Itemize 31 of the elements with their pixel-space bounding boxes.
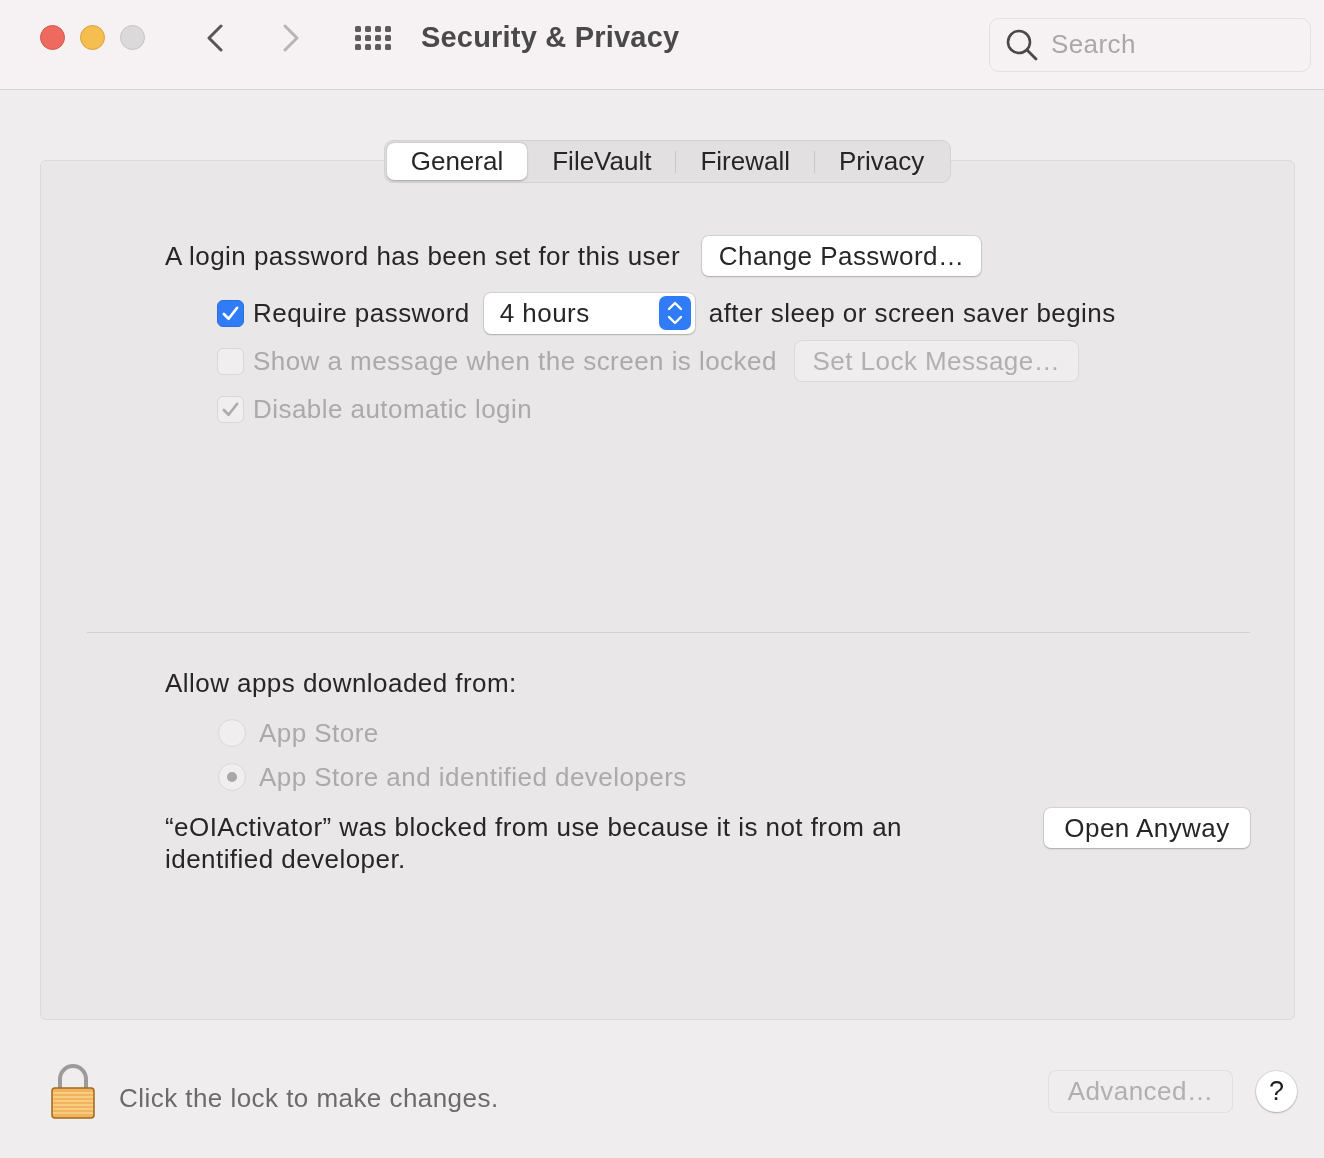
lock-hint-text: Click the lock to make changes. <box>119 1081 499 1114</box>
option-suffix-text: after sleep or screen saver begins <box>708 297 1116 329</box>
minimize-icon[interactable] <box>80 25 105 50</box>
option-label: Show a message when the screen is locked <box>253 345 777 377</box>
radio-label: App Store and identified developers <box>259 761 687 793</box>
search-icon <box>1006 28 1038 61</box>
help-button[interactable]: ? <box>1256 1070 1297 1112</box>
close-icon[interactable] <box>40 25 65 50</box>
login-status-text: A login password has been set for this user <box>165 240 681 272</box>
lock-icon[interactable] <box>50 1063 96 1119</box>
tab[interactable]: Firewall <box>676 143 815 180</box>
interval-select[interactable]: 4 hours <box>483 292 695 334</box>
window-title: Security & Privacy <box>421 21 680 54</box>
checkmark-icon <box>221 399 240 419</box>
stepper-icon <box>658 296 691 330</box>
option-label: Disable automatic login <box>253 393 533 425</box>
tab[interactable]: FileVault <box>528 143 676 180</box>
tab[interactable]: General <box>386 143 528 180</box>
radio-dot-icon <box>227 772 237 782</box>
radio-label: App Store <box>259 717 379 749</box>
change-password-button[interactable]: Change Password… <box>702 236 982 276</box>
checkmark-icon <box>221 303 240 323</box>
back-chevron-icon[interactable] <box>206 23 224 52</box>
open-anyway-button[interactable]: Open Anyway <box>1044 808 1250 848</box>
tab[interactable]: Privacy <box>815 143 949 180</box>
grid-icon[interactable] <box>355 25 391 50</box>
search-field[interactable]: Search <box>989 17 1311 72</box>
checkbox[interactable] <box>217 299 244 327</box>
option-label: Require password <box>253 297 470 329</box>
blocked-app-message: “eOIActivator” was blocked from use because it is not from an identified developer. <box>165 811 903 875</box>
section-heading: Allow apps downloaded from: <box>165 668 517 698</box>
